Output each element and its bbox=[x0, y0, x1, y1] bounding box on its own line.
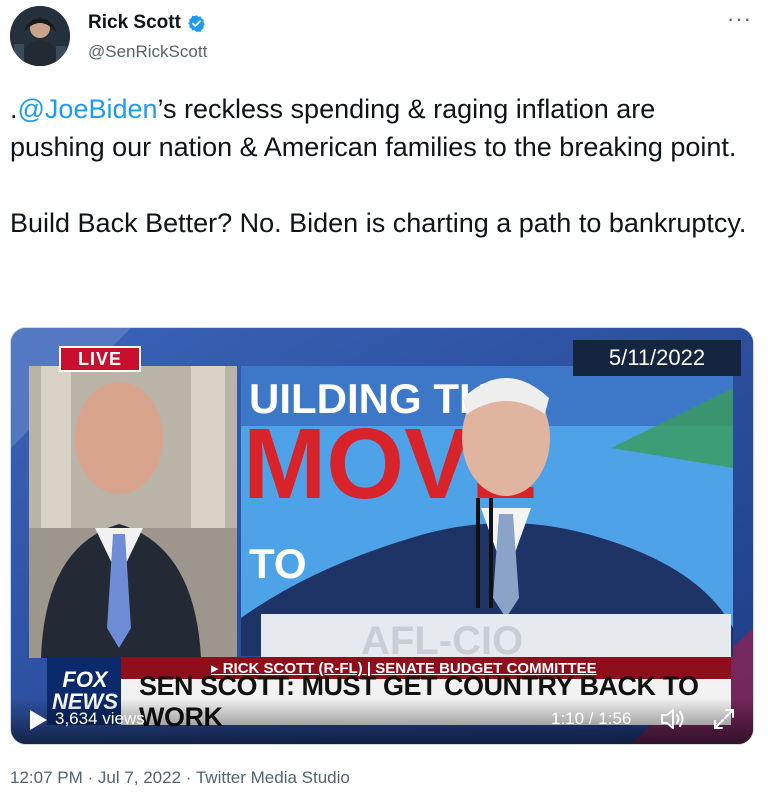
tweet-meta[interactable]: 12:07 PM · Jul 7, 2022 · Twitter Media S… bbox=[10, 768, 350, 788]
name-row: Rick Scott bbox=[88, 12, 206, 34]
fullscreen-icon[interactable] bbox=[711, 706, 737, 732]
live-badge: LIVE bbox=[59, 346, 141, 372]
tweet-text: .@JoeBiden’s reckless spending & raging … bbox=[10, 90, 755, 242]
volume-icon[interactable] bbox=[659, 706, 687, 732]
fox-logo-line1: FOX bbox=[62, 667, 108, 692]
author-handle[interactable]: @SenRickScott bbox=[88, 42, 207, 62]
banner-text-bottom: TO bbox=[249, 540, 307, 587]
more-options-icon[interactable]: ··· bbox=[727, 6, 752, 32]
play-icon[interactable] bbox=[27, 708, 49, 732]
author-name[interactable]: Rick Scott bbox=[88, 12, 181, 34]
tweet-paragraph-2: Build Back Better? No. Biden is charting… bbox=[10, 208, 747, 238]
view-count: 3,634 views bbox=[55, 709, 145, 728]
date-badge: 5/11/2022 bbox=[573, 340, 741, 376]
video-player[interactable]: UILDING THE MOVE TO AFL-CIO LIVE 5/11/20… bbox=[10, 327, 754, 745]
playback-time: 1:10 / 1:56 bbox=[551, 709, 632, 728]
tweet-header: Rick Scott @SenRickScott ··· bbox=[10, 6, 758, 68]
mention-link[interactable]: @JoeBiden bbox=[18, 94, 158, 124]
tweet-prefix: . bbox=[10, 94, 18, 124]
verified-badge-icon bbox=[187, 14, 206, 33]
avatar[interactable] bbox=[10, 6, 70, 66]
